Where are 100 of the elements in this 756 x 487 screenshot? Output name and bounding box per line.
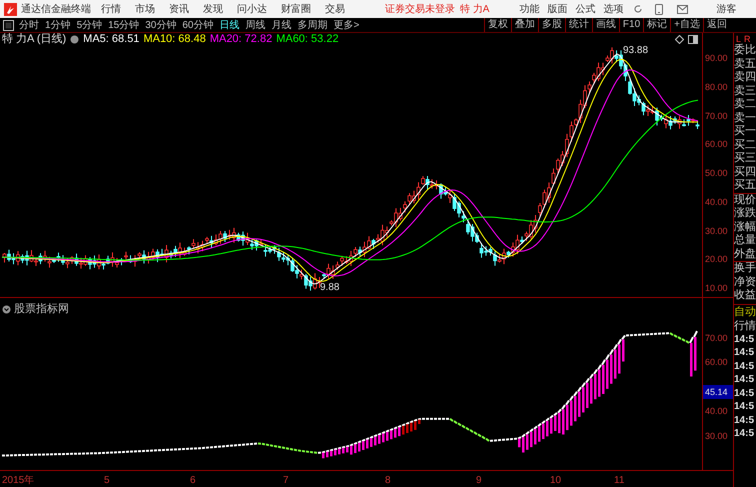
- date-axis-label: 7: [283, 474, 289, 487]
- menu-item[interactable]: 财富圈: [281, 2, 311, 16]
- price-axis-label: 70.00: [704, 110, 729, 122]
- diamond-icon[interactable]: [675, 35, 684, 44]
- tick-time: 14:5: [734, 332, 756, 346]
- menu-item[interactable]: 版面: [547, 2, 568, 16]
- app-title: 通达信金融终端: [21, 2, 91, 16]
- message-icon[interactable]: [677, 4, 688, 14]
- menu-item[interactable]: 发现: [203, 2, 223, 16]
- toolbar-button[interactable]: F10: [618, 18, 644, 32]
- price-axis-label: 40.00: [704, 196, 729, 209]
- period-tab[interactable]: 月线: [272, 18, 292, 32]
- quote-field-label: 卖四: [734, 71, 756, 84]
- user-label[interactable]: 游客: [716, 2, 736, 16]
- ma-value: MA10: 68.48: [143, 32, 206, 48]
- settings-icon[interactable]: [70, 35, 80, 44]
- date-axis-label: 5: [104, 474, 110, 487]
- low-price-label: 9.88: [320, 281, 340, 295]
- quote-field-label: 收益: [734, 289, 756, 302]
- corner-label[interactable]: R: [744, 34, 751, 44]
- quote-field-label: 卖二: [734, 98, 756, 112]
- toolbar-button[interactable]: 标记: [643, 18, 670, 32]
- corner-label[interactable]: L: [736, 34, 742, 44]
- ma-value: MA20: 72.82: [210, 32, 272, 48]
- date-axis-label: 11: [614, 474, 624, 487]
- window-icon[interactable]: [688, 35, 698, 44]
- mode-label[interactable]: 行情: [734, 318, 756, 332]
- panel-toggle-icon[interactable]: [3, 20, 14, 30]
- phone-icon[interactable]: [655, 4, 664, 14]
- quote-field-label: 换手: [734, 262, 756, 276]
- period-tab[interactable]: 多周期: [298, 18, 328, 32]
- price-axis-label: 30.00: [704, 224, 729, 238]
- quote-field-label: 总量: [734, 234, 756, 248]
- tick-time: 14:5: [734, 400, 756, 414]
- ma-value: MA60: 53.22: [276, 32, 339, 48]
- login-status[interactable]: 证券交易未登录: [385, 2, 455, 16]
- quote-field-label: 涨跌: [734, 207, 756, 220]
- menu-item[interactable]: 公式: [575, 2, 596, 16]
- price-axis-label: 20.00: [704, 253, 729, 266]
- refresh-icon[interactable]: [633, 4, 644, 14]
- quote-field-label: 涨幅: [734, 220, 756, 234]
- menu-item[interactable]: 市场: [135, 2, 155, 16]
- indicator-axis-label: 40.00: [704, 405, 729, 418]
- period-tab[interactable]: 日线: [220, 18, 240, 32]
- toolbar-button[interactable]: 叠加: [510, 18, 538, 32]
- quote-field-label: 现价: [734, 194, 756, 207]
- indicator-axis-label: 30.00: [704, 430, 729, 443]
- date-axis-label: 9: [476, 474, 482, 487]
- toolbar-button[interactable]: +自选: [670, 18, 703, 32]
- quote-field-label: 委比: [734, 44, 756, 58]
- price-axis-label: 50.00: [704, 167, 729, 180]
- menu-item[interactable]: 交易: [325, 2, 345, 16]
- quote-field-label: 卖五: [734, 58, 756, 71]
- menu-item[interactable]: 问小达: [237, 2, 267, 16]
- app-logo-icon: [4, 2, 17, 16]
- date-axis-label: 6: [190, 474, 196, 487]
- mode-label[interactable]: 自动: [734, 304, 756, 318]
- quote-field-label: 买一: [734, 125, 756, 138]
- tick-time: 14:5: [734, 427, 756, 440]
- quote-field-label: 外盘: [734, 248, 756, 262]
- period-tab[interactable]: 更多>: [334, 18, 360, 32]
- period-tab[interactable]: 1分钟: [45, 18, 71, 32]
- quote-field-label: 卖一: [734, 112, 756, 125]
- quote-field-label: 买三: [734, 152, 756, 166]
- toolbar-button[interactable]: 多股: [538, 18, 565, 32]
- menu-item[interactable]: 资讯: [169, 2, 189, 16]
- stock-name: 特 力A: [460, 2, 490, 16]
- toolbar-button[interactable]: 返回: [703, 18, 730, 32]
- quote-field-label: 买二: [734, 138, 756, 152]
- period-tab[interactable]: 周线: [246, 18, 266, 32]
- quote-field-label: 买四: [734, 166, 756, 179]
- current-value-label: 45.14: [703, 385, 733, 399]
- period-tab[interactable]: 15分钟: [108, 18, 140, 32]
- quote-field-label: 净资: [734, 276, 756, 289]
- menu-item[interactable]: 行情: [101, 2, 121, 16]
- menu-item[interactable]: 功能: [519, 2, 540, 16]
- tick-time: 14:5: [734, 346, 756, 360]
- quote-field-label: 卖三: [734, 84, 756, 98]
- collapse-icon[interactable]: [2, 304, 11, 314]
- menu-item[interactable]: 选项: [603, 2, 624, 16]
- chart-title: 特 力A (日线): [2, 32, 66, 48]
- price-axis-label: 60.00: [704, 138, 729, 152]
- tick-time: 14:5: [734, 386, 756, 400]
- price-axis-label: 80.00: [704, 80, 729, 94]
- toolbar-button[interactable]: 统计: [564, 18, 592, 32]
- indicator-axis-label: 70.00: [704, 332, 729, 345]
- toolbar-button[interactable]: 画线: [592, 18, 619, 32]
- indicator-axis-label: 60.00: [704, 356, 729, 369]
- price-axis-label: 90.00: [704, 52, 729, 65]
- date-axis-label: 2015年: [2, 474, 34, 487]
- period-tab[interactable]: 30分钟: [145, 18, 176, 32]
- date-axis-label: 10: [550, 474, 562, 487]
- high-price-label: 93.88: [623, 44, 648, 58]
- period-tab[interactable]: 60分钟: [182, 18, 214, 32]
- period-tab[interactable]: 5分钟: [76, 18, 102, 32]
- date-axis-label: 8: [385, 474, 391, 487]
- price-axis-label: 10.00: [704, 282, 729, 295]
- indicator-title: 股票指标网: [14, 302, 69, 317]
- period-tab[interactable]: 分时: [19, 18, 39, 32]
- toolbar-button[interactable]: 复权: [484, 18, 511, 32]
